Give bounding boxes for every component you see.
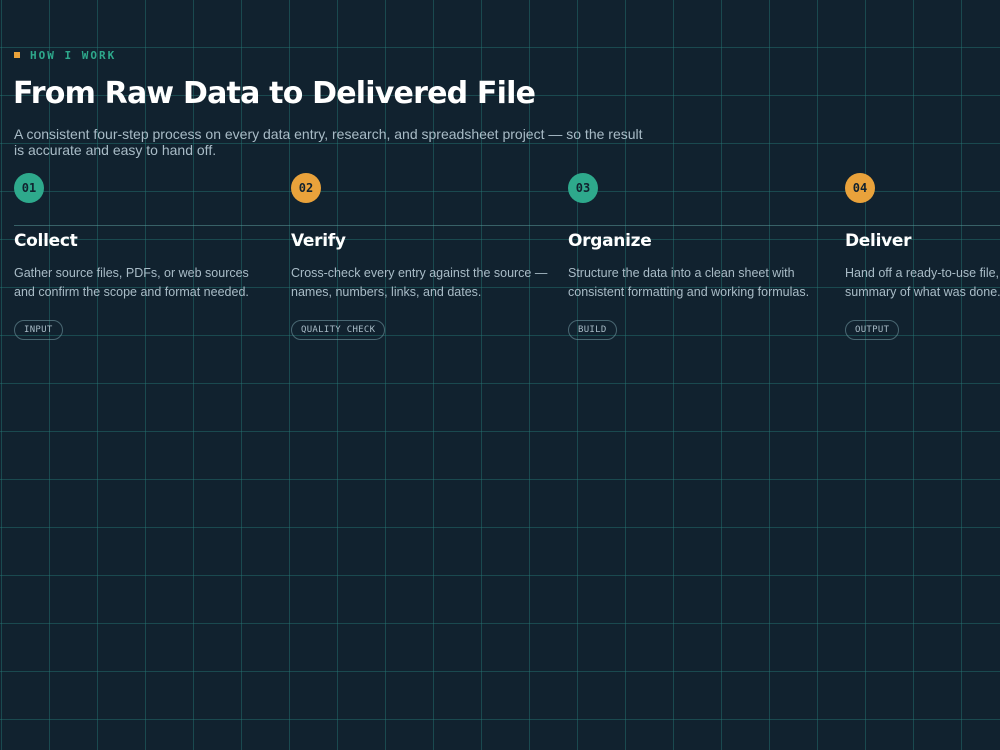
step-description: Cross-check every entry against the sour… — [291, 264, 553, 302]
step-description-line: consistent formatting and working formul… — [568, 285, 810, 299]
step-description-line: Structure the data into a clean sheet wi… — [568, 266, 795, 280]
step-tag: OUTPUT — [845, 320, 900, 340]
step-tag: INPUT — [14, 320, 63, 340]
step-number-badge: 03 — [568, 173, 598, 203]
step-description-line: names, numbers, links, and dates. — [291, 285, 482, 299]
step-number-badge: 02 — [291, 173, 321, 203]
eyebrow-square-icon — [14, 52, 20, 58]
step-description: Hand off a ready-to-use file, w summary … — [845, 264, 1000, 302]
eyebrow-label: HOW I WORK — [30, 48, 117, 62]
step-title: Organize — [568, 231, 652, 251]
step-description-line: and confirm the scope and format needed. — [14, 285, 249, 299]
step-title: Deliver — [845, 231, 912, 251]
step-description-line: summary of what was done. — [845, 285, 1000, 299]
step-tag: BUILD — [568, 320, 617, 340]
step-number-badge: 01 — [14, 173, 44, 203]
step-deliver: 04 Deliver Hand off a ready-to-use file,… — [845, 173, 1000, 373]
step-title: Collect — [14, 231, 78, 251]
page-title: From Raw Data to Delivered File — [13, 76, 536, 111]
step-description: Gather source files, PDFs, or web source… — [14, 264, 276, 302]
step-description-line: Gather source files, PDFs, or web source… — [14, 266, 249, 280]
step-description-line: Cross-check every entry against the sour… — [291, 266, 548, 280]
step-title: Verify — [291, 231, 346, 251]
step-verify: 02 Verify Cross-check every entry agains… — [291, 173, 553, 340]
section-eyebrow: HOW I WORK — [14, 48, 116, 62]
page-subtitle: A consistent four-step process on every … — [14, 126, 643, 158]
step-tag: QUALITY CHECK — [291, 320, 386, 340]
step-collect: 01 Collect Gather source files, PDFs, or… — [14, 173, 276, 340]
step-description-line: Hand off a ready-to-use file, w — [845, 266, 1000, 280]
step-number-badge: 04 — [845, 173, 875, 203]
step-description: Structure the data into a clean sheet wi… — [568, 264, 830, 302]
step-organize: 03 Organize Structure the data into a cl… — [568, 173, 830, 340]
